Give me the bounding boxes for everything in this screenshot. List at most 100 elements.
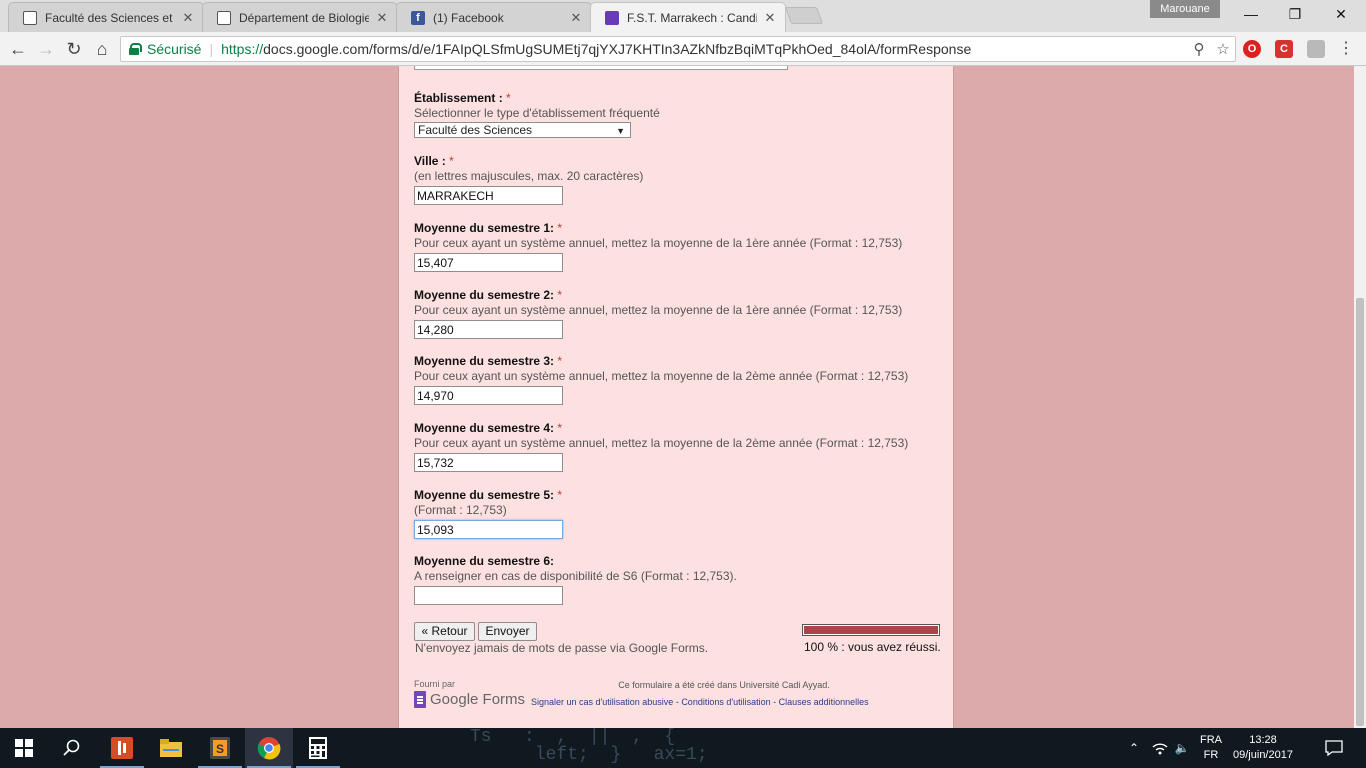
- taskbar-app-office[interactable]: [98, 728, 146, 768]
- progress-bar: [802, 624, 940, 636]
- url-protocol: https://: [221, 41, 264, 57]
- tab-facebook[interactable]: f (1) Facebook ✕: [396, 2, 592, 32]
- clock-date: 09/juin/2017: [1233, 749, 1293, 761]
- select-value: Faculté des Sciences: [418, 123, 533, 137]
- wifi-icon[interactable]: [1148, 728, 1172, 768]
- notifications-icon: [1325, 740, 1343, 756]
- question-title: Moyenne du semestre 6:: [414, 554, 555, 568]
- document-icon: [23, 10, 37, 25]
- terms-link[interactable]: Conditions d'utilisation: [681, 697, 770, 707]
- submit-button[interactable]: Envoyer: [478, 622, 537, 641]
- question-help: Sélectionner le type d'établissement fré…: [414, 106, 660, 120]
- document-icon: [217, 10, 231, 25]
- question-title: Moyenne du semestre 4:: [414, 421, 555, 435]
- back-button[interactable]: « Retour: [414, 622, 475, 641]
- desktop-wallpaper: Ts : , || , { left; } ax=1;: [470, 728, 800, 768]
- required-mark: *: [506, 91, 511, 105]
- scrollbar-thumb[interactable]: [1356, 298, 1364, 726]
- new-tab-button[interactable]: [784, 7, 824, 24]
- question-title: Moyenne du semestre 1:: [414, 221, 555, 235]
- semestre-1-input[interactable]: [414, 253, 563, 272]
- address-bar[interactable]: Sécurisé | https://docs.google.com/forms…: [120, 36, 1236, 62]
- adblock-extension-icon[interactable]: C: [1275, 40, 1293, 58]
- windows-taskbar: Ts : , || , { left; } ax=1; S ⌃ 🔈 FRA FR…: [0, 728, 1366, 768]
- tab-fst-marrakech[interactable]: F.S.T. Marrakech : Candid ✕: [590, 2, 786, 32]
- question-semestre-5: Moyenne du semestre 5: * (Format : 12,75…: [414, 488, 944, 539]
- window-close-icon[interactable]: ✕: [1318, 0, 1364, 30]
- taskbar-app-explorer[interactable]: [147, 728, 195, 768]
- opera-extension-icon[interactable]: O: [1243, 40, 1261, 58]
- start-button[interactable]: [0, 728, 48, 768]
- question-title: Moyenne du semestre 3:: [414, 354, 555, 368]
- search-button[interactable]: [48, 728, 96, 768]
- page-scrollbar[interactable]: [1354, 66, 1366, 728]
- calculator-icon: [309, 737, 327, 759]
- language-code: FRA: [1200, 734, 1222, 746]
- svg-text:S: S: [216, 742, 224, 756]
- profile-button[interactable]: Marouane: [1150, 0, 1220, 18]
- question-help: (en lettres majuscules, max. 20 caractèr…: [414, 169, 644, 183]
- url-path: docs.google.com/forms/d/e/1FAIpQLSfmUgSU…: [263, 41, 972, 57]
- home-icon[interactable]: ⌂: [90, 37, 114, 61]
- question-title: Ville :: [414, 154, 446, 168]
- question-title: Moyenne du semestre 5:: [414, 488, 555, 502]
- bookmark-star-icon[interactable]: ☆: [1211, 40, 1235, 58]
- close-icon[interactable]: ✕: [763, 10, 777, 25]
- semestre-3-input[interactable]: [414, 386, 563, 405]
- required-mark: *: [449, 154, 454, 168]
- semestre-2-input[interactable]: [414, 320, 563, 339]
- question-title: Moyenne du semestre 2:: [414, 288, 555, 302]
- tab-faculte-sciences[interactable]: Faculté des Sciences et Te ✕: [8, 2, 204, 32]
- secure-label: Sécurisé: [147, 41, 202, 57]
- reload-icon[interactable]: ↻: [62, 37, 86, 61]
- taskbar-app-sublime[interactable]: S: [196, 728, 244, 768]
- google-forms-icon: [414, 691, 426, 708]
- question-semestre-1: Moyenne du semestre 1: * Pour ceux ayant…: [414, 221, 944, 272]
- restore-icon[interactable]: ❐: [1272, 0, 1318, 30]
- question-ville: Ville : * (en lettres majuscules, max. 2…: [414, 154, 944, 205]
- google-forms-logo[interactable]: Google Forms: [414, 691, 525, 708]
- close-icon[interactable]: ✕: [181, 10, 195, 25]
- etablissement-select[interactable]: Faculté des Sciences ▼: [414, 122, 631, 138]
- menu-icon[interactable]: ⋮: [1334, 37, 1358, 61]
- ville-input[interactable]: [414, 186, 563, 205]
- forward-arrow-icon[interactable]: →: [34, 37, 58, 61]
- semestre-6-input[interactable]: [414, 586, 563, 605]
- tab-title: Faculté des Sciences et Te: [45, 10, 175, 25]
- back-arrow-icon[interactable]: ←: [6, 37, 30, 61]
- zoom-icon[interactable]: ⚲: [1187, 40, 1211, 58]
- tab-title: F.S.T. Marrakech : Candid: [627, 10, 757, 25]
- shield-extension-icon[interactable]: [1307, 40, 1325, 58]
- semestre-5-input[interactable]: [414, 520, 563, 539]
- taskbar-app-calculator[interactable]: [294, 728, 342, 768]
- tab-departement-biologie[interactable]: Département de Biologie ✕: [202, 2, 398, 32]
- additional-terms-link[interactable]: Clauses additionnelles: [779, 697, 869, 707]
- question-help: Pour ceux ayant un système annuel, mette…: [414, 369, 909, 383]
- taskbar-app-chrome[interactable]: [245, 728, 293, 768]
- report-abuse-link[interactable]: Signaler un cas d'utilisation abusive: [531, 697, 673, 707]
- url-text[interactable]: https://docs.google.com/forms/d/e/1FAIpQ…: [221, 41, 1187, 57]
- required-mark: *: [557, 421, 563, 435]
- question-help: Pour ceux ayant un système annuel, mette…: [414, 236, 903, 250]
- show-hidden-icons-chevron-icon[interactable]: ⌃: [1124, 728, 1144, 768]
- minimize-icon[interactable]: —: [1228, 0, 1274, 30]
- wallpaper-text: left; } ax=1;: [470, 745, 708, 765]
- previous-textarea[interactable]: [414, 66, 788, 70]
- system-clock[interactable]: 13:28 09/juin/2017: [1230, 733, 1296, 763]
- semestre-4-input[interactable]: [414, 453, 563, 472]
- progress-fill: [804, 626, 938, 634]
- input-language-indicator[interactable]: FRA FR: [1196, 733, 1226, 763]
- required-mark: *: [557, 488, 563, 502]
- keyboard-layout: FR: [1203, 749, 1219, 761]
- question-semestre-4: Moyenne du semestre 4: * Pour ceux ayant…: [414, 421, 944, 472]
- browser-tab-strip: Faculté des Sciences et Te ✕ Département…: [0, 0, 1366, 32]
- close-icon[interactable]: ✕: [375, 10, 389, 25]
- windows-icon: [15, 739, 33, 757]
- required-mark: *: [557, 221, 563, 235]
- close-icon[interactable]: ✕: [569, 10, 583, 25]
- chrome-icon: [257, 737, 281, 760]
- action-center-button[interactable]: [1316, 728, 1352, 768]
- dropdown-arrow-icon: ▼: [616, 126, 625, 136]
- volume-icon[interactable]: 🔈: [1172, 728, 1192, 768]
- form-card: Établissement : * Sélectionner le type d…: [398, 66, 954, 728]
